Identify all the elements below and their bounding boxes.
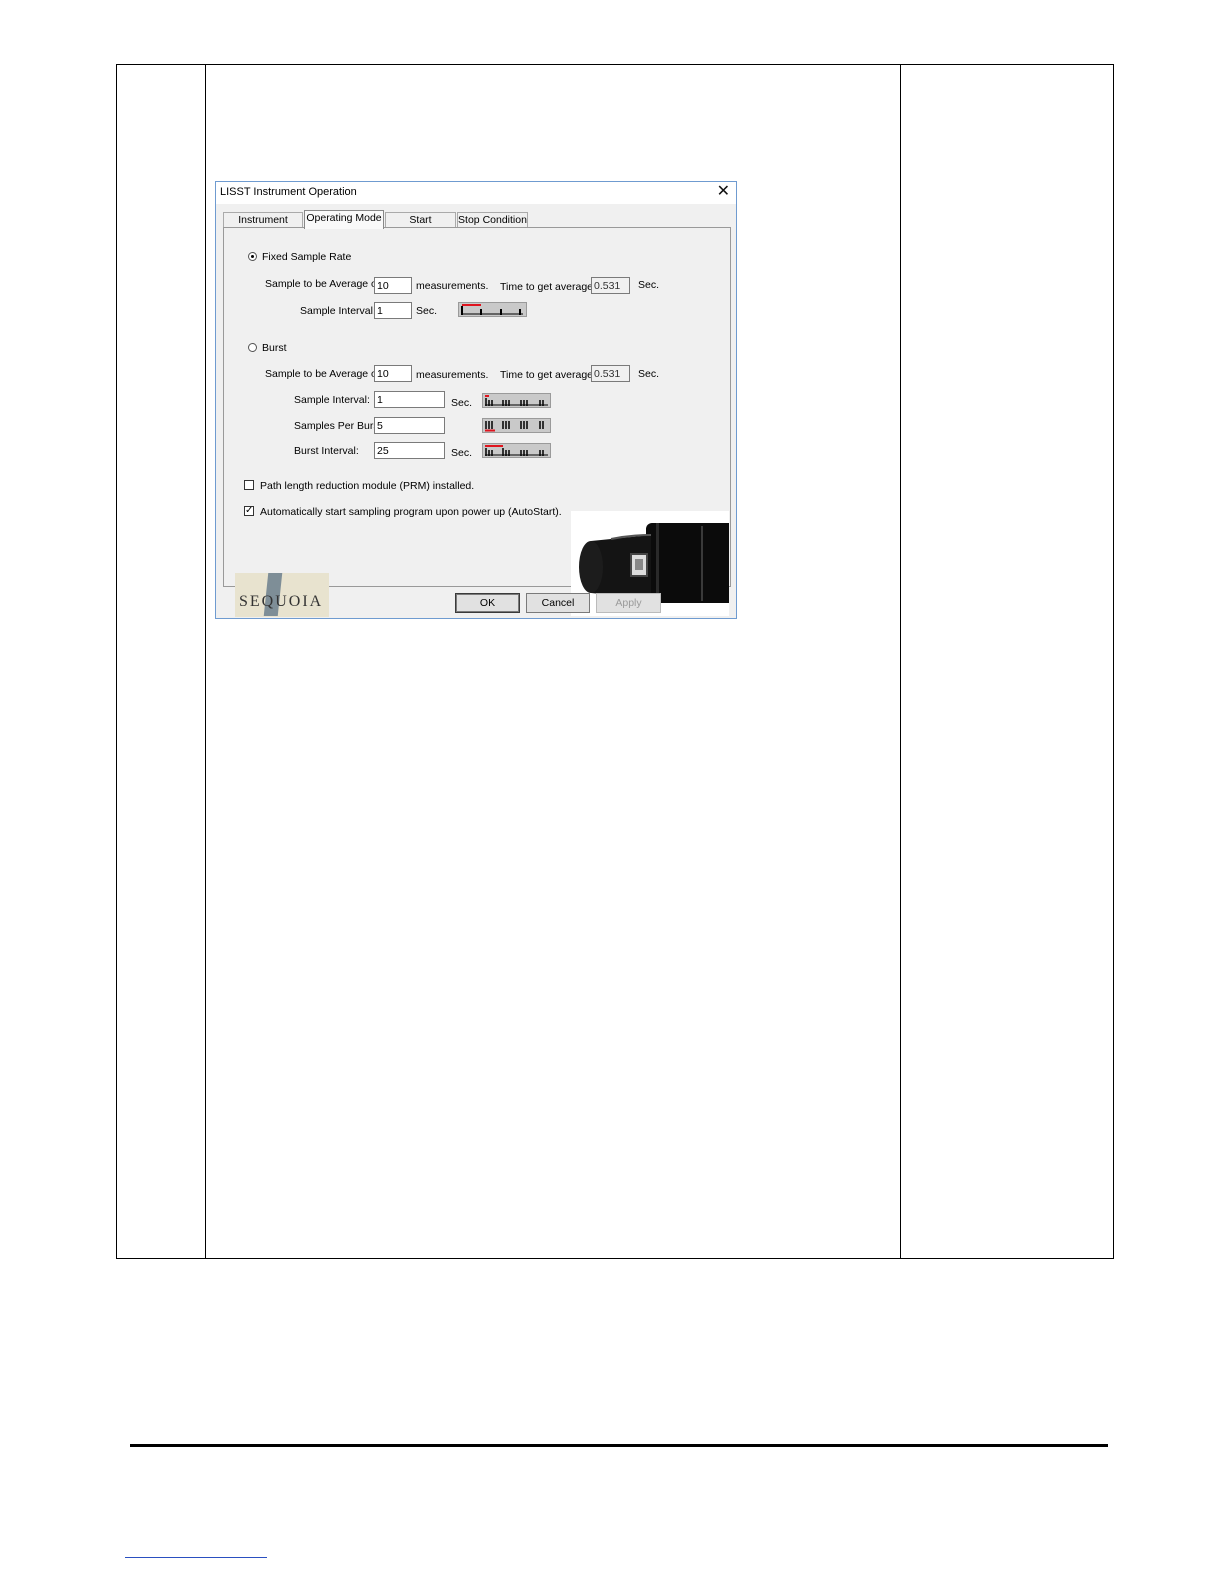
autostart-checkbox[interactable]: ✓ [244, 506, 254, 516]
tab-instrument-status[interactable]: Instrument Status [223, 212, 303, 241]
dialog-title: LISST Instrument Operation [220, 186, 357, 198]
burst-sample-interval-diagram [482, 393, 551, 408]
tab-operating-mode[interactable]: Operating Mode [304, 210, 384, 229]
close-icon[interactable]: ✕ [717, 183, 730, 201]
fixed-avg-label: Sample to be Average of [265, 278, 380, 290]
burst-interval-input[interactable] [374, 391, 445, 408]
burst-time-unit: Sec. [638, 368, 660, 380]
operating-mode-panel: Fixed Sample Rate Sample to be Average o… [223, 227, 731, 617]
burst-time-label: Time to get average: [500, 369, 596, 381]
footer-rule [130, 1444, 1108, 1447]
cancel-button[interactable]: Cancel [526, 593, 590, 613]
burst-interval-unit: Sec. [451, 397, 473, 409]
burst-interval-label: Sample Interval: [294, 394, 370, 406]
check-mark-icon: ✓ [245, 505, 254, 516]
footer-link-underline [125, 1557, 267, 1558]
apply-button[interactable]: Apply [596, 593, 661, 613]
fixed-measurements-label: measurements. [416, 280, 489, 292]
samples-per-burst-diagram [482, 418, 551, 433]
tab-start-condition[interactable]: Start Condition [385, 212, 456, 241]
ok-button[interactable]: OK [455, 593, 520, 613]
tab-stop-condition[interactable]: Stop Condition [457, 212, 528, 228]
fixed-time-value [591, 277, 630, 294]
fixed-time-unit: Sec. [638, 279, 660, 291]
fixed-rate-label: Fixed Sample Rate [262, 251, 352, 263]
dialog-titlebar: LISST Instrument Operation ✕ [216, 182, 736, 204]
logo-text: SEQUOIA [239, 593, 324, 610]
fixed-time-label: Time to get average: [500, 281, 596, 293]
prm-checkbox[interactable] [244, 480, 254, 490]
burst-time-value [591, 365, 630, 382]
burst-label: Burst [262, 342, 287, 354]
table-column-divider [900, 65, 901, 1258]
burst-interval-diagram [482, 443, 551, 458]
fixed-interval-input[interactable] [374, 302, 412, 319]
fixed-interval-label: Sample Interval: [300, 305, 376, 317]
fixed-avg-input[interactable] [374, 277, 412, 294]
burst-radio[interactable] [248, 343, 257, 352]
autostart-label: Automatically start sampling program upo… [260, 506, 562, 518]
burst-interval-time-label: Burst Interval: [294, 445, 359, 457]
sequoia-logo: SEQUOIA [235, 573, 329, 617]
burst-interval-time-input[interactable] [374, 442, 445, 459]
samples-per-burst-label: Samples Per Burst: [294, 420, 385, 432]
prm-label: Path length reduction module (PRM) insta… [260, 480, 475, 492]
burst-interval-time-unit: Sec. [451, 447, 473, 459]
fixed-rate-radio[interactable] [248, 252, 257, 261]
table-column-divider [205, 65, 206, 1258]
fixed-interval-diagram [458, 302, 527, 317]
burst-avg-input[interactable] [374, 365, 412, 382]
fixed-interval-unit: Sec. [416, 305, 438, 317]
lisst-operation-dialog: LISST Instrument Operation ✕ Instrument … [215, 181, 737, 619]
burst-avg-label: Sample to be Average of [265, 368, 380, 380]
samples-per-burst-input[interactable] [374, 417, 445, 434]
burst-measurements-label: measurements. [416, 369, 489, 381]
